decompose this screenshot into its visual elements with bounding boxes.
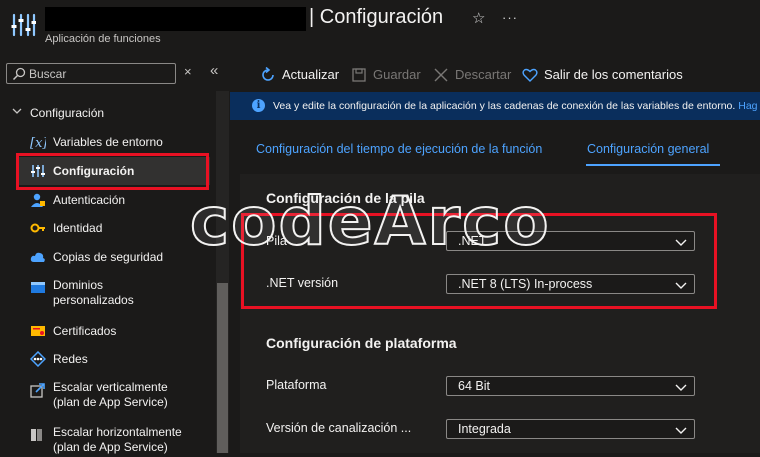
search-input[interactable]: Buscar xyxy=(6,63,176,84)
sidebar-item-identidad[interactable]: Identidad xyxy=(18,214,210,242)
watermark: codeArco xyxy=(189,182,551,261)
sidebar-item-label: Variables de entorno xyxy=(53,135,163,149)
more-options-button[interactable]: ··· xyxy=(502,10,518,25)
redacted-resource-name xyxy=(45,7,306,31)
sidebar-item-escalar-horizontalmente[interactable]: Escalar horizontalmente (plan de App Serv… xyxy=(18,425,210,457)
sidebar-item-label: Dominios personalizados xyxy=(53,278,134,307)
sidebar-item-dominios[interactable]: Dominios personalizados xyxy=(18,278,210,310)
tab-runtime-settings[interactable]: Configuración del tiempo de ejecución de… xyxy=(256,142,542,156)
user-auth-icon xyxy=(31,193,45,207)
selected-tab-indicator xyxy=(586,164,720,166)
chevron-down-icon xyxy=(675,384,687,391)
sidebar-item-label: Escalar horizontalmente (plan de App Serv… xyxy=(53,425,182,454)
resource-type-subtitle: Aplicación de funciones xyxy=(45,33,161,45)
highlight-box-configuracion xyxy=(16,153,209,190)
sidebar-item-autenticacion[interactable]: Autenticación xyxy=(18,186,210,214)
pipeline-version-dropdown-value: Integrada xyxy=(458,422,511,436)
close-icon xyxy=(434,68,448,82)
function-app-sliders-icon xyxy=(11,13,36,37)
sidebar-item-label: Redes xyxy=(53,352,88,366)
sidebar-scrollbar-thumb[interactable] xyxy=(217,283,228,453)
clear-search-icon[interactable]: × xyxy=(184,64,192,79)
sidebar-item-label: Identidad xyxy=(53,221,103,235)
cloud-backup-icon xyxy=(30,252,45,262)
certificate-icon xyxy=(31,326,45,336)
command-bar: Actualizar Guardar Descartar Salir de lo… xyxy=(230,55,760,91)
sidebar-item-label: Certificados xyxy=(53,324,117,338)
info-banner: i Vea y edite la configuración de la apl… xyxy=(230,92,760,120)
info-banner-text: Vea y edite la configuración de la aplic… xyxy=(273,100,758,112)
domain-icon xyxy=(31,282,45,293)
page-title: | Configuración xyxy=(309,6,444,28)
search-icon xyxy=(12,67,26,81)
pipeline-version-label: Versión de canalización ... xyxy=(266,421,412,435)
sidebar-item-label: Autenticación xyxy=(53,193,126,207)
save-icon xyxy=(352,68,366,82)
chevron-down-icon xyxy=(675,427,687,434)
sidebar-item-label: Escalar verticalmente (plan de App Servic… xyxy=(53,380,168,409)
network-icon xyxy=(30,351,46,367)
blade-header: | Configuración ☆ ··· Aplicación de func… xyxy=(0,0,760,55)
sidebar-item-label: Copias de seguridad xyxy=(53,250,164,264)
menu-group-configuracion[interactable]: Configuración xyxy=(30,106,104,120)
variables-icon: [x] xyxy=(30,136,46,150)
scale-out-icon xyxy=(31,429,42,441)
section-title-platform: Configuración de plataforma xyxy=(266,335,457,351)
star-icon[interactable]: ☆ xyxy=(472,9,485,27)
identity-key-icon xyxy=(30,223,45,233)
info-icon: i xyxy=(252,99,265,112)
sidebar-item-redes[interactable]: Redes xyxy=(18,345,210,373)
platform-label: Plataforma xyxy=(266,378,327,392)
sidebar-item-copias-seguridad[interactable]: Copias de seguridad xyxy=(18,243,210,271)
chevron-down-icon[interactable] xyxy=(11,105,23,117)
sidebar-item-escalar-verticalmente[interactable]: Escalar verticalmente (plan de App Servic… xyxy=(18,380,210,412)
pipeline-version-dropdown[interactable]: Integrada xyxy=(446,419,695,439)
info-link[interactable]: Hag xyxy=(738,100,757,112)
refresh-icon xyxy=(262,67,274,81)
sidebar-item-variables-entorno[interactable]: [x] Variables de entorno xyxy=(18,128,210,156)
platform-dropdown[interactable]: 64 Bit xyxy=(446,376,695,396)
platform-dropdown-value: 64 Bit xyxy=(458,379,490,393)
heart-icon xyxy=(522,68,538,82)
sidebar-item-certificados[interactable]: Certificados xyxy=(18,317,210,345)
tab-general-settings[interactable]: Configuración general xyxy=(587,142,709,156)
collapse-menu-icon[interactable]: « xyxy=(210,62,218,79)
scale-up-icon xyxy=(30,383,45,398)
search-placeholder: Buscar xyxy=(29,67,67,81)
svg-text:[x]: [x] xyxy=(30,136,46,150)
